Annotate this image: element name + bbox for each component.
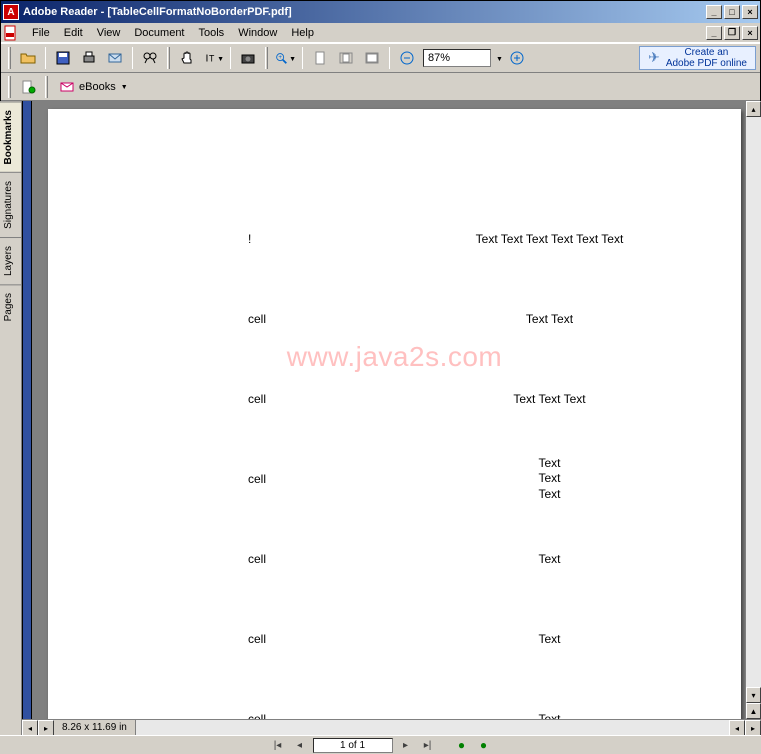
- doc-restore-button[interactable]: ❐: [724, 26, 740, 40]
- document-viewport[interactable]: www.java2s.com !Text Text Text Text Text…: [32, 101, 745, 735]
- menu-tools[interactable]: Tools: [192, 25, 232, 41]
- table-cell: cell: [248, 312, 388, 326]
- pdf-page: www.java2s.com !Text Text Text Text Text…: [48, 109, 741, 727]
- table-cell: TextTextText: [388, 456, 711, 503]
- hscroll-track[interactable]: [136, 720, 729, 735]
- toolbar-grip[interactable]: [45, 76, 48, 98]
- hand-tool-button[interactable]: [175, 46, 199, 70]
- zoom-plus-button[interactable]: [505, 46, 529, 70]
- horizontal-scrollbar: ◂ ▸ 8.26 x 11.69 in ◂ ▸: [22, 719, 761, 735]
- zoom-dropdown[interactable]: ▼: [496, 56, 503, 63]
- toolbar-grip[interactable]: [265, 47, 268, 69]
- save-button[interactable]: [51, 46, 75, 70]
- svg-text:+: +: [278, 54, 282, 61]
- svg-text:I: I: [206, 53, 209, 65]
- table-cell: cell: [248, 392, 388, 406]
- table-cell: cell: [248, 632, 388, 646]
- maximize-button[interactable]: □: [724, 5, 740, 19]
- pdf-table: !Text Text Text Text Text Text cellText …: [248, 199, 711, 735]
- table-cell: cell: [248, 552, 388, 566]
- print-button[interactable]: [77, 46, 101, 70]
- actual-size-button[interactable]: [308, 46, 332, 70]
- window-title: Adobe Reader - [TableCellFormatNoBorderP…: [23, 6, 706, 18]
- fit-page-button[interactable]: [334, 46, 358, 70]
- tab-layers[interactable]: Layers: [0, 237, 21, 284]
- status-bar: |◂ ◂ 1 of 1 ▸ ▸| ● ●: [0, 735, 761, 754]
- vertical-scrollbar[interactable]: ▴ ▾ ▲ ▼: [745, 101, 761, 735]
- toolbar-grip[interactable]: [8, 47, 11, 69]
- menu-view[interactable]: View: [90, 25, 128, 41]
- nav-panel-tabs: Bookmarks Signatures Layers Pages: [0, 101, 22, 735]
- window-titlebar: A Adobe Reader - [TableCellFormatNoBorde…: [1, 1, 760, 23]
- menu-window[interactable]: Window: [231, 25, 284, 41]
- search-button[interactable]: [138, 46, 162, 70]
- tab-signatures[interactable]: Signatures: [0, 172, 21, 237]
- back-button[interactable]: ●: [453, 737, 471, 753]
- menu-file[interactable]: File: [25, 25, 57, 41]
- page-dimensions: 8.26 x 11.69 in: [54, 720, 136, 735]
- menu-edit[interactable]: Edit: [57, 25, 90, 41]
- menu-bar: File Edit View Document Tools Window Hel…: [1, 23, 760, 43]
- forward-button[interactable]: ●: [475, 737, 493, 753]
- page-number-field[interactable]: 1 of 1: [313, 738, 393, 753]
- scroll-up-button[interactable]: ▴: [746, 101, 761, 117]
- text-select-button[interactable]: IT▼: [201, 46, 225, 70]
- paper-plane-icon: ✈: [648, 50, 660, 65]
- scroll-right-button[interactable]: ▸: [38, 720, 54, 736]
- ebooks-label: eBooks: [79, 81, 116, 93]
- table-cell: Text: [388, 632, 711, 646]
- scroll-down-button[interactable]: ▾: [746, 687, 761, 703]
- hscroll-right-button[interactable]: ▸: [745, 720, 761, 736]
- tab-pages[interactable]: Pages: [0, 284, 21, 329]
- zoom-input[interactable]: 87%: [423, 49, 491, 67]
- menu-document[interactable]: Document: [127, 25, 191, 41]
- ad-text: Create anAdobe PDF online: [666, 47, 747, 69]
- table-cell: Text: [388, 552, 711, 566]
- secondary-toolbar: eBooks ▼: [1, 73, 760, 101]
- main-toolbar: IT▼ +▼ 87% ▼ ✈ Create anAdobe PDF online: [1, 43, 760, 73]
- table-cell: Text Text: [388, 312, 711, 326]
- watermark: www.java2s.com: [48, 341, 741, 373]
- doc-minimize-button[interactable]: _: [706, 26, 722, 40]
- svg-text:T: T: [209, 54, 215, 64]
- content-area: Bookmarks Signatures Layers Pages www.ja…: [0, 101, 761, 735]
- scroll-left-button[interactable]: ◂: [22, 720, 38, 736]
- review-button[interactable]: [16, 75, 40, 99]
- fit-width-button[interactable]: [360, 46, 384, 70]
- zoom-in-button[interactable]: +▼: [273, 46, 297, 70]
- open-button[interactable]: [16, 46, 40, 70]
- toolbar-grip[interactable]: [167, 47, 170, 69]
- table-cell: Text Text Text: [388, 392, 711, 406]
- email-button[interactable]: [103, 46, 127, 70]
- last-page-button[interactable]: ▸|: [419, 737, 437, 753]
- scroll-track[interactable]: [746, 117, 761, 687]
- tab-bookmarks[interactable]: Bookmarks: [0, 101, 21, 172]
- pdf-doc-icon: [3, 25, 19, 41]
- first-page-button[interactable]: |◂: [269, 737, 287, 753]
- zoom-out-button[interactable]: [395, 46, 419, 70]
- app-icon: A: [3, 4, 19, 20]
- create-pdf-ad[interactable]: ✈ Create anAdobe PDF online: [639, 46, 756, 70]
- toolbar-grip[interactable]: [8, 76, 11, 98]
- doc-close-button[interactable]: ×: [742, 26, 758, 40]
- prev-page-button[interactable]: ◂: [291, 737, 309, 753]
- menu-help[interactable]: Help: [284, 25, 321, 41]
- page-up-button[interactable]: ▲: [746, 703, 761, 719]
- nav-strip[interactable]: [22, 101, 32, 735]
- next-page-button[interactable]: ▸: [397, 737, 415, 753]
- chevron-down-icon: ▼: [121, 84, 128, 91]
- minimize-button[interactable]: _: [706, 5, 722, 19]
- table-cell: !: [248, 232, 388, 246]
- close-button[interactable]: ×: [742, 5, 758, 19]
- table-cell: cell: [248, 472, 388, 486]
- table-cell: Text Text Text Text Text Text: [388, 232, 711, 246]
- hscroll-left-button[interactable]: ◂: [729, 720, 745, 736]
- snapshot-button[interactable]: [236, 46, 260, 70]
- ebooks-icon: [59, 79, 75, 95]
- ebooks-button[interactable]: eBooks ▼: [53, 76, 134, 98]
